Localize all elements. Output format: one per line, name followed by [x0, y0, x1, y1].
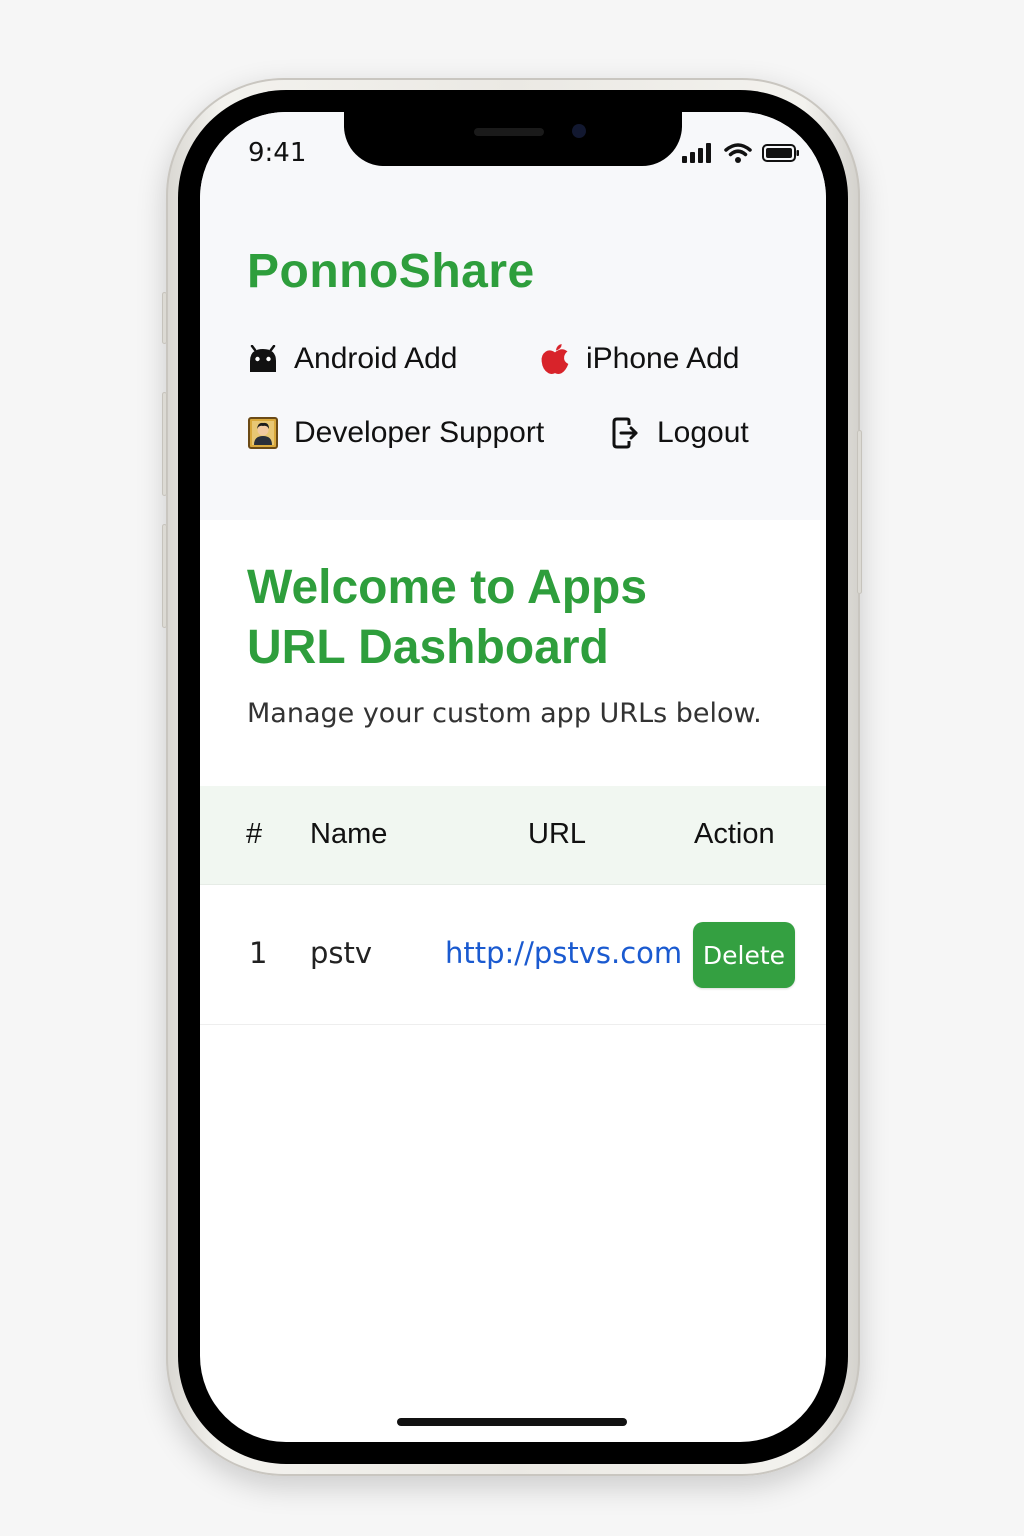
status-icons	[682, 142, 800, 164]
nav-iphone-add[interactable]: iPhone Add	[540, 342, 739, 376]
column-header-url: URL	[528, 818, 587, 850]
signal-icon	[682, 143, 711, 163]
row-name: pstv	[310, 936, 373, 970]
volume-down-button	[162, 524, 167, 628]
logout-icon	[611, 417, 641, 449]
delete-button[interactable]: Delete	[693, 922, 795, 988]
nav-android-add[interactable]: Android Add	[248, 342, 457, 376]
subtitle: Manage your custom app URLs below.	[247, 698, 762, 729]
row-url-link[interactable]: http://pstvs.com	[445, 936, 682, 970]
nav-developer-support-label: Developer Support	[294, 416, 545, 449]
phone-screen: 9:41 PonnoShare Android Add iPhone Add D…	[200, 112, 826, 1442]
volume-up-button	[162, 392, 167, 496]
table-header: # Name URL Action	[200, 786, 826, 885]
brand-title: PonnoShare	[247, 245, 535, 298]
welcome-line-1: Welcome to Apps	[247, 561, 648, 614]
column-header-name: Name	[310, 818, 388, 850]
notch	[344, 112, 682, 166]
welcome-heading: Welcome to Apps URL Dashboard	[247, 558, 787, 678]
nav-iphone-add-label: iPhone Add	[586, 342, 740, 375]
column-header-index: #	[246, 818, 263, 850]
wifi-icon	[724, 143, 752, 163]
welcome-line-2: URL Dashboard	[247, 621, 609, 674]
speaker-grille	[474, 128, 544, 136]
nav-logout[interactable]: Logout	[611, 416, 749, 450]
android-icon	[248, 344, 278, 374]
home-indicator[interactable]	[397, 1418, 627, 1426]
front-camera	[572, 124, 586, 138]
table-row: 1 pstv http://pstvs.com Delete	[200, 884, 826, 1025]
status-time: 9:41	[248, 138, 307, 168]
column-header-action: Action	[694, 818, 775, 850]
header-section	[200, 112, 826, 520]
row-index: 1	[249, 936, 268, 970]
battery-icon	[762, 144, 799, 162]
nav-logout-label: Logout	[657, 416, 749, 449]
apple-icon	[540, 344, 570, 374]
nav-developer-support[interactable]: Developer Support	[248, 416, 544, 450]
silent-switch	[162, 292, 167, 344]
nav-android-add-label: Android Add	[294, 342, 458, 375]
power-button	[857, 430, 862, 594]
developer-portrait-icon	[248, 417, 278, 449]
